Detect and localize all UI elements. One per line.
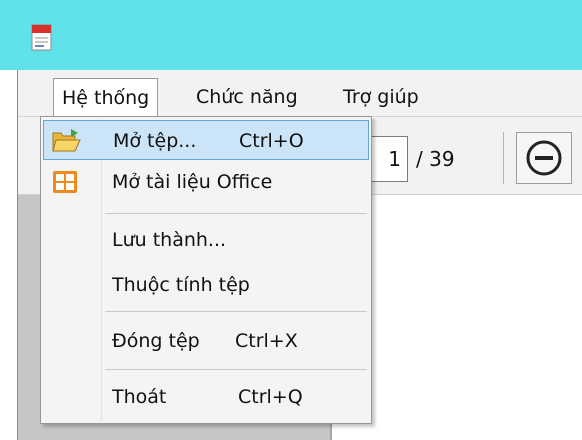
menu-item-open-file[interactable]: Mở tệp... Ctrl+O [43,120,369,160]
menu-item-label: Mở tệp... [113,130,197,152]
menu-item-label: Lưu thành... [112,229,227,251]
toolbar-separator [503,132,504,184]
he-thong-dropdown: Mở tệp... Ctrl+O Mở tài liệu Office Lưu … [40,116,372,424]
page-total-label: / 39 [416,147,455,171]
menu-separator [105,311,367,312]
menu-he-thong[interactable]: Hệ thống [53,78,159,116]
menu-item-exit[interactable]: Thoát Ctrl+Q [43,377,369,417]
menu-item-close-file[interactable]: Đóng tệp Ctrl+X [43,321,369,361]
app-pdf-icon [29,24,55,52]
office-document-icon [50,168,80,196]
menu-item-label: Mở tài liệu Office [112,171,273,193]
menu-item-file-properties[interactable]: Thuộc tính tệp [43,265,369,305]
menu-item-shortcut: Ctrl+O [239,130,304,152]
title-bar [0,0,582,70]
zoom-out-button[interactable] [516,132,572,184]
menu-item-open-office[interactable]: Mở tài liệu Office [43,162,369,202]
menu-item-label: Thuộc tính tệp [112,274,250,296]
menu-item-shortcut: Ctrl+X [235,330,298,352]
menu-chuc-nang[interactable]: Chức năng [188,78,306,116]
minus-circle-icon [526,140,562,176]
menu-separator [105,213,367,214]
menu-item-label: Đóng tệp [112,330,200,352]
menu-item-label: Thoát [112,386,167,408]
menu-separator [105,369,367,370]
folder-open-icon [51,127,81,155]
menu-item-shortcut: Ctrl+Q [238,386,303,408]
menu-item-save-as[interactable]: Lưu thành... [43,220,369,260]
menu-tro-giup[interactable]: Trợ giúp [335,78,427,116]
menu-bar: Hệ thống Chức năng Trợ giúp [18,70,582,117]
